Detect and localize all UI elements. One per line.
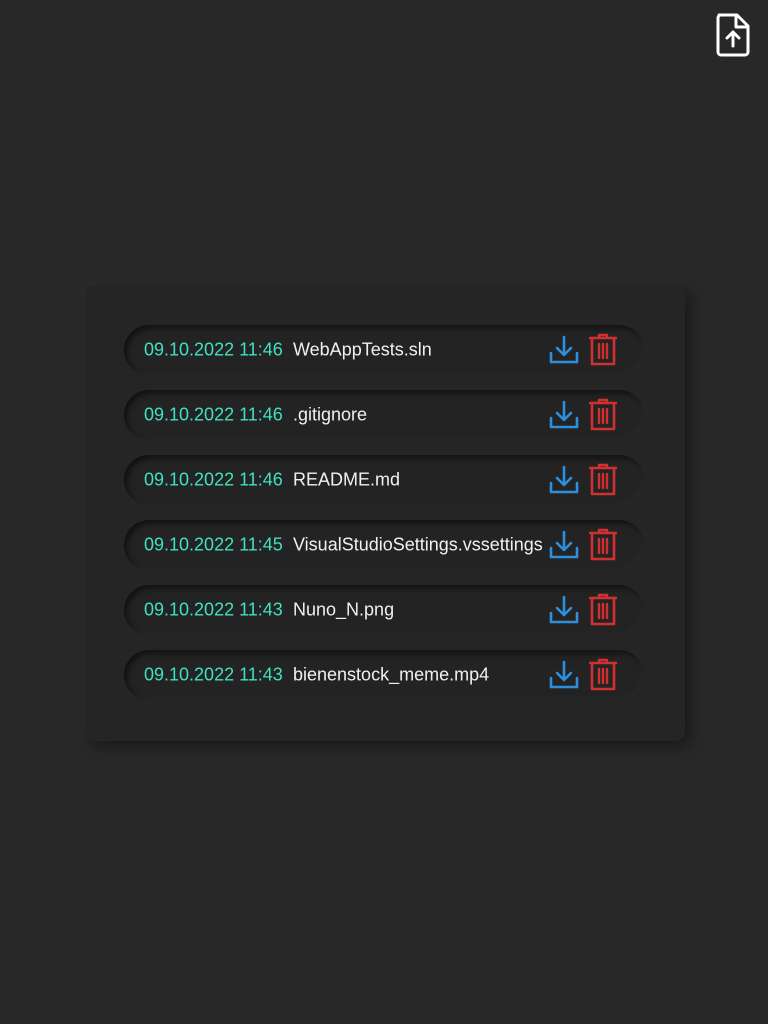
delete-button[interactable] [589, 528, 617, 562]
file-row: 09.10.2022 11:46 .gitignore [124, 390, 644, 440]
download-icon [549, 335, 579, 364]
file-date: 09.10.2022 11:46 [144, 469, 283, 490]
download-icon [549, 660, 579, 689]
download-button[interactable] [549, 334, 579, 366]
download-button[interactable] [549, 529, 579, 561]
upload-file-button[interactable] [713, 12, 753, 58]
file-date: 09.10.2022 11:46 [144, 404, 283, 425]
download-button[interactable] [549, 594, 579, 626]
trash-icon [589, 463, 617, 496]
download-button[interactable] [549, 659, 579, 691]
delete-button[interactable] [589, 398, 617, 432]
trash-icon [589, 398, 617, 431]
delete-button[interactable] [589, 593, 617, 627]
file-name[interactable]: VisualStudioSettings.vssettings [293, 535, 543, 556]
download-button[interactable] [549, 399, 579, 431]
delete-button[interactable] [589, 658, 617, 692]
download-icon [549, 530, 579, 559]
file-upload-icon [716, 13, 750, 57]
download-icon [549, 595, 579, 624]
file-name[interactable]: bienenstock_meme.mp4 [293, 665, 489, 686]
download-button[interactable] [549, 464, 579, 496]
file-row: 09.10.2022 11:43 bienenstock_meme.mp4 [124, 650, 644, 700]
download-icon [549, 465, 579, 494]
file-date: 09.10.2022 11:43 [144, 599, 283, 620]
file-date: 09.10.2022 11:46 [144, 339, 283, 360]
trash-icon [589, 593, 617, 626]
file-row: 09.10.2022 11:45 VisualStudioSettings.vs… [124, 520, 644, 570]
file-row: 09.10.2022 11:46 WebAppTests.sln [124, 325, 644, 375]
file-list-panel: 09.10.2022 11:46 WebAppTests.sln 09.10.2… [85, 285, 685, 741]
file-date: 09.10.2022 11:43 [144, 664, 283, 685]
delete-button[interactable] [589, 463, 617, 497]
file-name[interactable]: WebAppTests.sln [293, 340, 432, 361]
trash-icon [589, 333, 617, 366]
trash-icon [589, 528, 617, 561]
file-name[interactable]: README.md [293, 470, 400, 491]
file-row: 09.10.2022 11:43 Nuno_N.png [124, 585, 644, 635]
download-icon [549, 400, 579, 429]
file-name[interactable]: .gitignore [293, 405, 367, 426]
file-list: 09.10.2022 11:46 WebAppTests.sln 09.10.2… [124, 325, 644, 715]
file-date: 09.10.2022 11:45 [144, 534, 283, 555]
file-row: 09.10.2022 11:46 README.md [124, 455, 644, 505]
delete-button[interactable] [589, 333, 617, 367]
file-name[interactable]: Nuno_N.png [293, 600, 394, 621]
trash-icon [589, 658, 617, 691]
